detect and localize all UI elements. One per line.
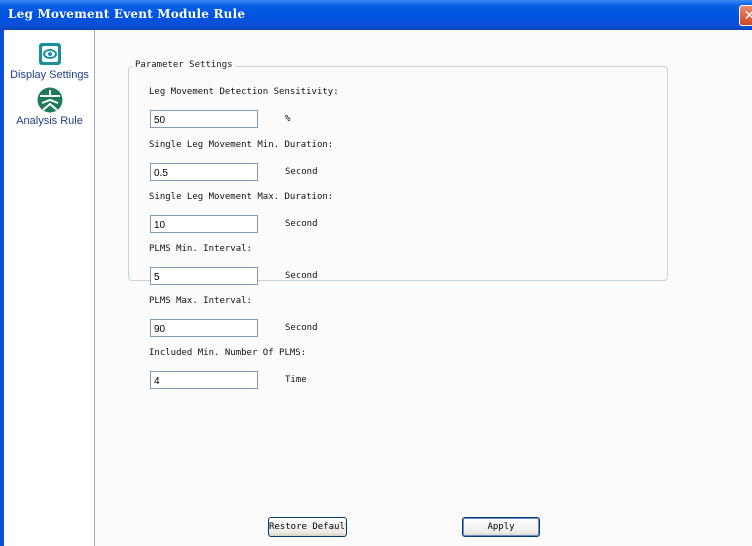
sensitivity-input[interactable]: 50 [150, 110, 258, 128]
plms-max-interval-input[interactable]: 90 [150, 319, 258, 337]
close-button[interactable]: ✕ [739, 5, 752, 26]
min-number-plms-input[interactable]: 4 [150, 371, 258, 389]
apply-button[interactable]: Apply [462, 517, 540, 537]
group-legend: Parameter Settings [133, 60, 235, 70]
max-duration-input[interactable]: 10 [150, 215, 258, 233]
sidebar-item-label: Analysis Rule [16, 115, 83, 127]
field-label-min-number-plms: Included Min. Number Of PLMS: [149, 348, 307, 358]
restore-default-button[interactable]: Restore Default [268, 517, 347, 537]
plms-min-interval-input[interactable]: 5 [150, 267, 258, 285]
window-title: Leg Movement Event Module Rule [8, 7, 246, 21]
title-bar: Leg Movement Event Module Rule ✕ [0, 0, 752, 30]
unit-label: % [285, 114, 291, 124]
unit-label: Second [285, 323, 318, 333]
field-label-plms-max-interval: PLMS Max. Interval: [149, 296, 252, 306]
sidebar-item-analysis-rule[interactable]: Analysis Rule [4, 86, 95, 127]
field-label-min-duration: Single Leg Movement Min. Duration: [149, 140, 334, 150]
close-icon: ✕ [743, 8, 752, 24]
sidebar-item-label: Display Settings [10, 69, 89, 81]
unit-label: Time [285, 375, 307, 385]
unit-label: Second [285, 167, 318, 177]
field-label-max-duration: Single Leg Movement Max. Duration: [149, 192, 334, 202]
display-icon [38, 43, 61, 65]
sidebar: Display Settings Analysis Rule [4, 30, 95, 546]
field-label-sensitivity: Leg Movement Detection Sensitivity: [149, 87, 339, 97]
sidebar-item-display-settings[interactable]: Display Settings [4, 40, 95, 81]
min-duration-input[interactable]: 0.5 [150, 163, 258, 181]
settings-panel: Parameter Settings Leg Movement Detectio… [95, 30, 752, 546]
unit-label: Second [285, 271, 318, 281]
field-label-plms-min-interval: PLMS Min. Interval: [149, 244, 252, 254]
analysis-rule-icon [37, 87, 62, 113]
unit-label: Second [285, 219, 318, 229]
